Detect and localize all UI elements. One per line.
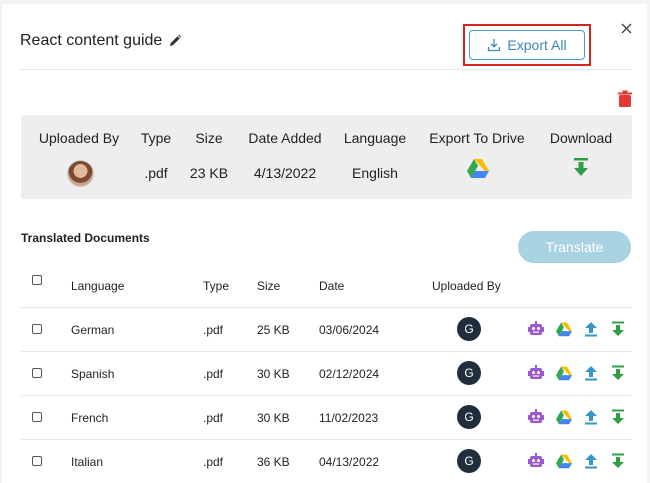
row-size: 30 KB bbox=[257, 367, 290, 381]
close-icon bbox=[621, 23, 631, 33]
table-row: French .pdf 30 KB 11/02/2023 G bbox=[2, 396, 647, 440]
close-button[interactable] bbox=[616, 18, 636, 38]
uploader-avatar: G bbox=[457, 449, 481, 473]
row-date: 04/13/2022 bbox=[319, 455, 380, 469]
row-date: 02/12/2024 bbox=[319, 367, 380, 381]
title-row: React content guide bbox=[20, 32, 182, 50]
row-size: 36 KB bbox=[257, 455, 290, 469]
download-arrow-icon bbox=[574, 158, 588, 176]
column-header-language: Language bbox=[71, 279, 125, 293]
robot-icon bbox=[528, 453, 544, 467]
translate-ai-button[interactable] bbox=[528, 321, 544, 337]
upload-button[interactable] bbox=[583, 453, 599, 469]
row-date: 03/06/2024 bbox=[319, 323, 380, 337]
translate-button[interactable]: Translate bbox=[518, 231, 631, 263]
column-header-size: Size bbox=[257, 279, 281, 293]
row-checkbox[interactable] bbox=[32, 456, 42, 466]
info-header-type: Type bbox=[140, 130, 172, 146]
info-size: 23 KB bbox=[189, 165, 229, 181]
upload-arrow-icon bbox=[585, 366, 597, 381]
google-drive-icon bbox=[556, 366, 572, 381]
download-tray-icon bbox=[488, 39, 501, 52]
info-header-uploaded-by: Uploaded By bbox=[38, 130, 120, 146]
info-header-date-added: Date Added bbox=[248, 130, 322, 146]
row-type: .pdf bbox=[203, 411, 224, 425]
uploader-avatar: G bbox=[457, 405, 481, 429]
translate-ai-button[interactable] bbox=[528, 409, 544, 425]
download-button[interactable] bbox=[610, 321, 626, 337]
google-drive-icon bbox=[467, 159, 489, 178]
select-all-checkbox[interactable] bbox=[32, 275, 42, 285]
uploader-avatar: G bbox=[457, 361, 481, 385]
translate-ai-button[interactable] bbox=[528, 365, 544, 381]
download-button[interactable] bbox=[610, 365, 626, 381]
column-header-type: Type bbox=[203, 279, 230, 293]
robot-icon bbox=[528, 321, 544, 335]
row-size: 25 KB bbox=[257, 323, 290, 337]
info-language: English bbox=[352, 165, 398, 181]
translate-ai-button[interactable] bbox=[528, 453, 544, 469]
document-info-panel: Uploaded By Type Size Date Added Languag… bbox=[21, 115, 632, 199]
robot-icon bbox=[528, 365, 544, 379]
export-to-drive-button[interactable] bbox=[556, 365, 572, 381]
upload-arrow-icon bbox=[585, 454, 597, 469]
info-header-download: Download bbox=[549, 130, 613, 146]
uploader-avatar: G bbox=[457, 317, 481, 341]
row-checkbox[interactable] bbox=[32, 412, 42, 422]
info-header-language: Language bbox=[343, 130, 407, 146]
edit-pencil-icon bbox=[170, 34, 182, 46]
export-to-drive-button[interactable] bbox=[556, 409, 572, 425]
info-type: .pdf bbox=[144, 165, 168, 181]
column-header-date: Date bbox=[319, 279, 345, 293]
google-drive-icon bbox=[556, 454, 572, 469]
column-header-uploaded-by: Uploaded By bbox=[432, 279, 501, 293]
page-title: React content guide bbox=[20, 32, 163, 49]
export-all-button[interactable]: Export All bbox=[469, 30, 585, 60]
upload-button[interactable] bbox=[583, 321, 599, 337]
document-modal: React content guide Export All Uploaded … bbox=[2, 4, 647, 483]
row-language: German bbox=[71, 323, 115, 337]
robot-icon bbox=[528, 409, 544, 423]
edit-title-button[interactable] bbox=[168, 34, 182, 48]
google-drive-icon bbox=[556, 410, 572, 425]
translated-documents-title: Translated Documents bbox=[21, 231, 150, 245]
download-button[interactable] bbox=[610, 453, 626, 469]
export-to-drive-button[interactable] bbox=[556, 321, 572, 337]
download-arrow-icon bbox=[612, 409, 624, 424]
export-to-drive-button[interactable] bbox=[556, 453, 572, 469]
divider bbox=[20, 69, 631, 70]
google-drive-icon bbox=[556, 322, 572, 337]
row-language: French bbox=[71, 411, 109, 425]
info-header-size: Size bbox=[195, 130, 223, 146]
row-date: 11/02/2023 bbox=[319, 411, 379, 425]
info-date-added: 4/13/2022 bbox=[253, 165, 317, 181]
row-checkbox[interactable] bbox=[32, 324, 42, 334]
row-language: Italian bbox=[71, 455, 104, 469]
row-language: Spanish bbox=[71, 367, 115, 381]
row-size: 30 KB bbox=[257, 411, 290, 425]
trash-icon bbox=[618, 90, 632, 107]
download-button[interactable] bbox=[610, 409, 626, 425]
upload-button[interactable] bbox=[583, 365, 599, 381]
uploader-avatar bbox=[67, 160, 94, 187]
row-type: .pdf bbox=[203, 455, 224, 469]
export-all-label: Export All bbox=[507, 37, 567, 53]
download-arrow-icon bbox=[612, 365, 624, 380]
download-button[interactable] bbox=[573, 158, 589, 178]
row-type: .pdf bbox=[203, 367, 224, 381]
upload-button[interactable] bbox=[583, 409, 599, 425]
info-header-export-to-drive: Export To Drive bbox=[429, 130, 525, 146]
row-type: .pdf bbox=[203, 323, 224, 337]
table-row: Italian .pdf 36 KB 04/13/2022 G bbox=[2, 440, 647, 483]
upload-arrow-icon bbox=[585, 410, 597, 425]
delete-button[interactable] bbox=[617, 90, 633, 108]
download-arrow-icon bbox=[612, 453, 624, 468]
upload-arrow-icon bbox=[585, 322, 597, 337]
table-row: German .pdf 25 KB 03/06/2024 G bbox=[2, 308, 647, 352]
table-row: Spanish .pdf 30 KB 02/12/2024 G bbox=[2, 352, 647, 396]
download-arrow-icon bbox=[612, 321, 624, 336]
export-to-drive-button[interactable] bbox=[467, 158, 489, 178]
row-checkbox[interactable] bbox=[32, 368, 42, 378]
